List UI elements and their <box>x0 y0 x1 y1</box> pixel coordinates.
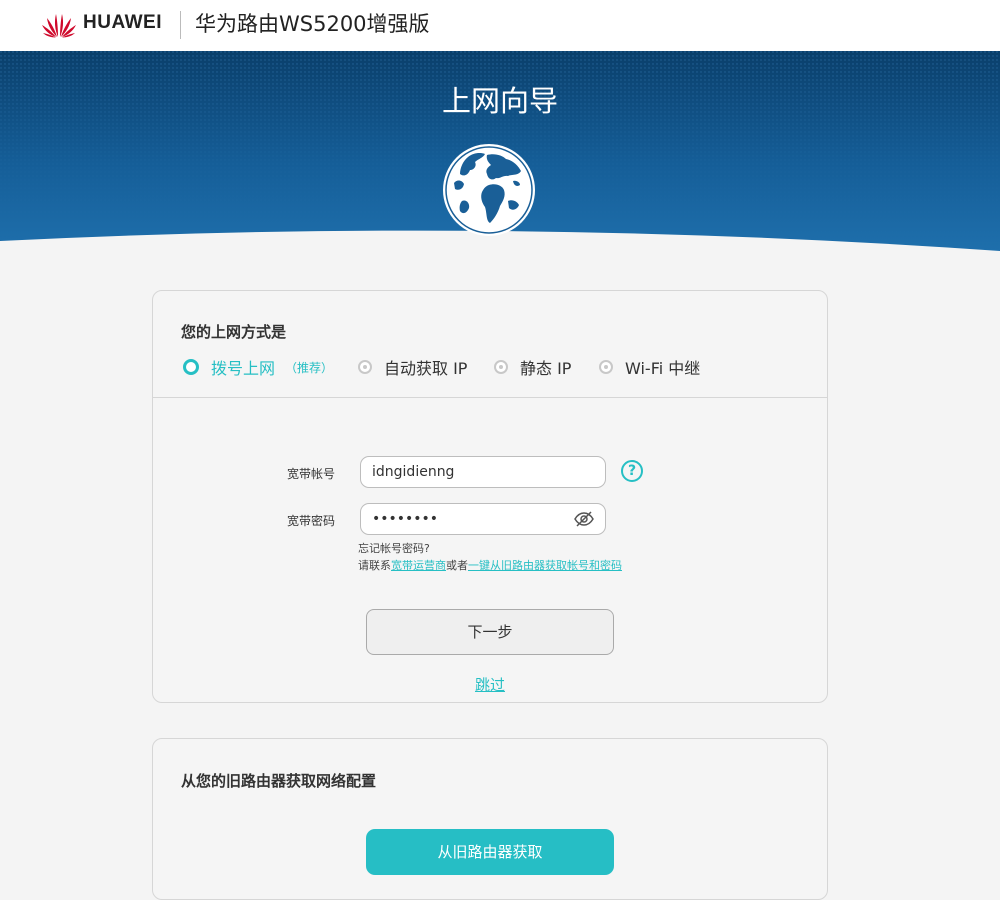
fetch-from-old-router-button[interactable]: 从旧路由器获取 <box>366 829 614 875</box>
password-input[interactable] <box>372 505 562 533</box>
old-router-title: 从您的旧路由器获取网络配置 <box>181 772 377 790</box>
connection-type-radios: 拨号上网 （推荐） 自动获取 IP 静态 IP Wi-Fi 中继 <box>181 356 801 378</box>
wizard-banner: 上网向导 <box>0 51 1000 256</box>
forgot-hint: 忘记帐号密码? <box>358 542 430 555</box>
radio-unselected-icon <box>494 360 508 374</box>
contact-or: 或者 <box>446 559 468 572</box>
isp-link[interactable]: 宽带运营商 <box>391 559 446 572</box>
account-field-box <box>360 456 606 488</box>
radio-pppoe[interactable]: 拨号上网 （推荐） <box>183 356 333 378</box>
radio-dhcp[interactable]: 自动获取 IP <box>358 356 467 378</box>
radio-wifi-relay-label: Wi-Fi 中继 <box>625 359 701 378</box>
brand-name: HUAWEI <box>83 12 162 33</box>
radio-static-ip-label: 静态 IP <box>520 359 572 378</box>
next-button[interactable]: 下一步 <box>366 609 614 655</box>
product-name: 华为路由WS5200增强版 <box>195 12 430 36</box>
password-label: 宽带密码 <box>287 514 336 528</box>
wizard-title: 上网向导 <box>441 84 558 118</box>
connection-card: 您的上网方式是 拨号上网 （推荐） 自动获取 IP 静态 IP Wi-Fi 中继… <box>152 290 828 703</box>
header-divider <box>180 11 181 39</box>
radio-pppoe-label: 拨号上网 <box>211 359 276 378</box>
recommended-tag: （推荐） <box>285 360 334 375</box>
radio-dhcp-label: 自动获取 IP <box>384 359 468 378</box>
contact-prefix: 请联系 <box>358 559 391 572</box>
radio-wifi-relay[interactable]: Wi-Fi 中继 <box>599 356 700 378</box>
help-icon[interactable]: ? <box>621 460 643 482</box>
card-divider <box>153 397 827 398</box>
top-header: HUAWEI 华为路由WS5200增强版 <box>0 0 1000 51</box>
radio-unselected-icon <box>358 360 372 374</box>
password-field-box <box>360 503 606 535</box>
old-router-link[interactable]: 一键从旧路由器获取帐号和密码 <box>468 559 622 572</box>
account-input[interactable] <box>372 458 562 486</box>
connection-title: 您的上网方式是 <box>181 323 287 341</box>
old-router-card: 从您的旧路由器获取网络配置 从旧路由器获取 <box>152 738 828 900</box>
eye-hidden-icon[interactable] <box>573 510 595 528</box>
contact-hint: 请联系宽带运营商或者一键从旧路由器获取帐号和密码 <box>358 557 622 573</box>
radio-selected-icon <box>183 359 199 375</box>
huawei-logo-icon <box>42 14 76 38</box>
radio-unselected-icon <box>599 360 613 374</box>
globe-icon <box>443 144 535 236</box>
account-label: 宽带帐号 <box>287 467 336 481</box>
skip-link[interactable]: 跳过 <box>153 674 827 695</box>
radio-static-ip[interactable]: 静态 IP <box>494 356 571 378</box>
